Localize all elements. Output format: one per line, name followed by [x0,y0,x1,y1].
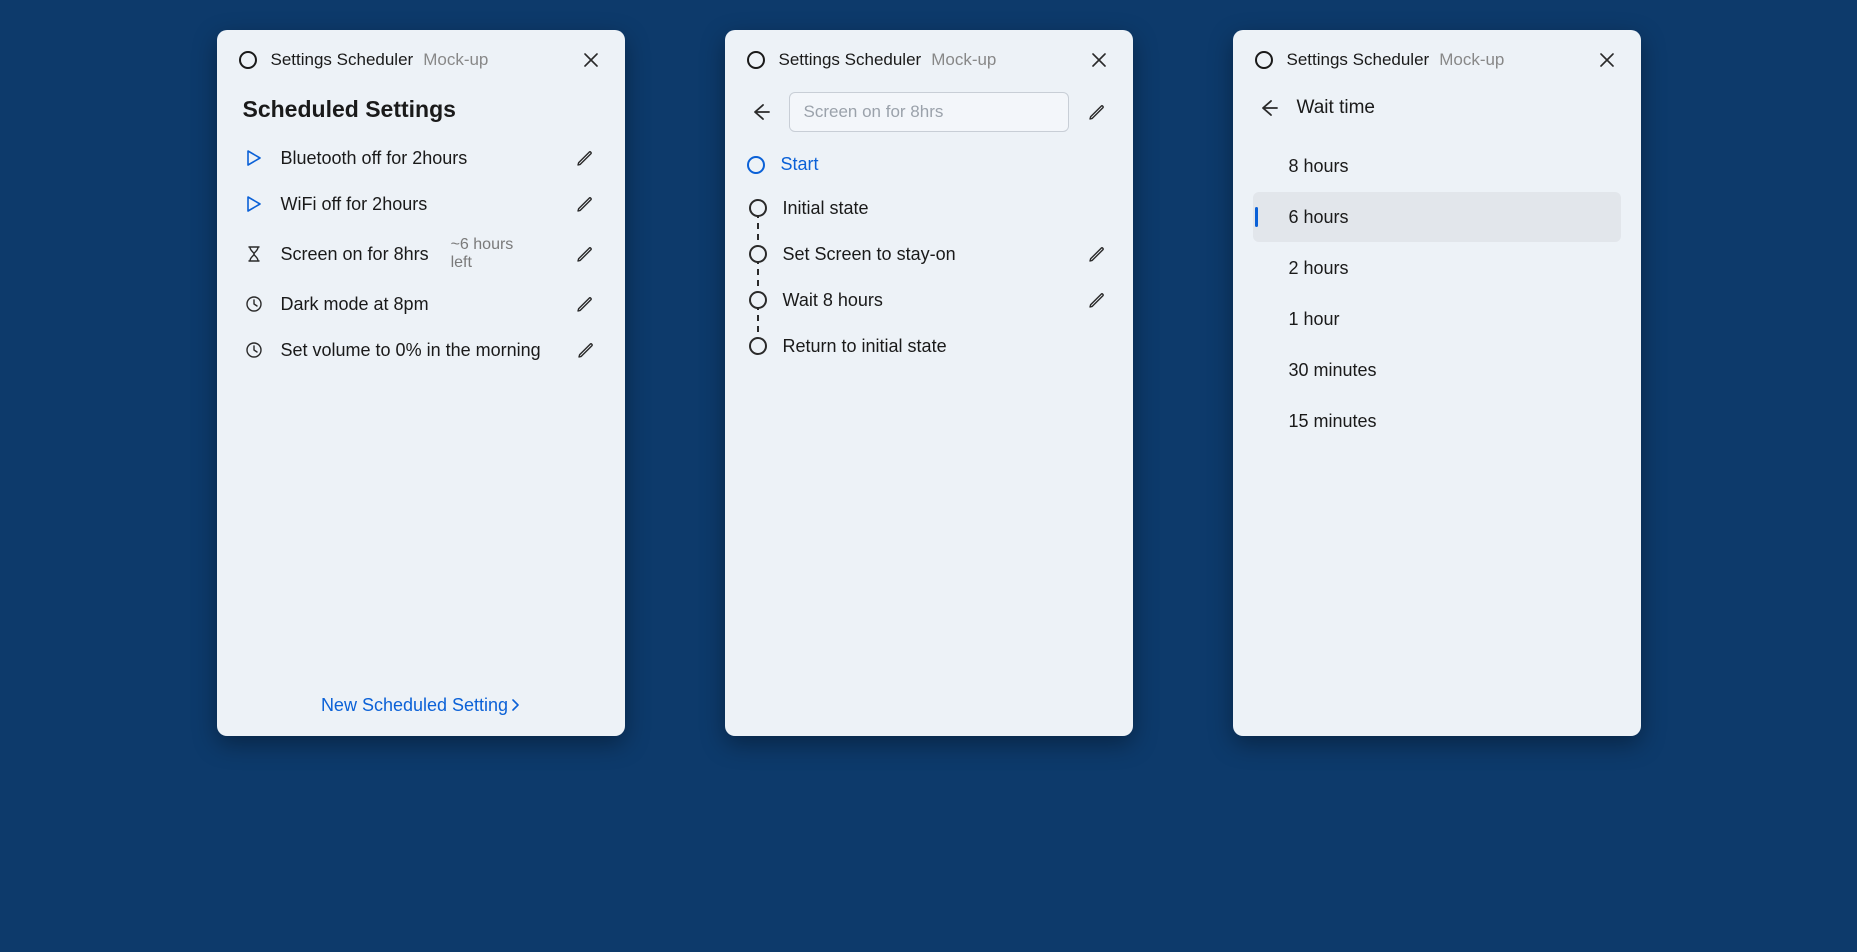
timeline-node-icon [749,337,767,355]
app-subtitle: Mock-up [423,50,488,70]
card-scheduled-settings: Settings Scheduler Mock-up Scheduled Set… [217,30,625,736]
wait-time-option[interactable]: 2 hours [1253,243,1621,293]
timeline-step-label: Wait 8 hours [783,290,883,311]
editor-header [741,82,1117,138]
play-icon [245,149,263,167]
edit-step-button[interactable] [1083,286,1111,314]
timeline-step[interactable]: Wait 8 hours [749,277,1111,323]
scheduled-settings-list: Bluetooth off for 2hours WiFi off for 2ho… [233,135,609,373]
hourglass-icon [243,243,265,265]
app-subtitle: Mock-up [931,50,996,70]
card-setting-editor: Settings Scheduler Mock-up Start Initial… [725,30,1133,736]
page-title-row: Wait time [1249,82,1625,130]
scheduled-setting-row[interactable]: Bluetooth off for 2hours [237,135,605,181]
new-scheduled-setting-link[interactable]: New Scheduled Setting [233,683,609,720]
row-label: Screen on for 8hrs [281,244,429,265]
timeline: Start Initial state Set Screen to stay-on… [741,138,1117,369]
pencil-icon [576,245,594,263]
pencil-icon [576,295,594,313]
chevron-right-icon [512,698,520,714]
back-button[interactable] [1255,94,1283,122]
row-substatus: ~6 hours left [451,236,539,272]
app-title: Settings Scheduler [1287,50,1430,70]
page-title: Wait time [1297,97,1375,119]
wait-time-option[interactable]: 15 minutes [1253,396,1621,446]
close-button[interactable] [1595,48,1619,72]
close-button[interactable] [1087,48,1111,72]
titlebar: Settings Scheduler Mock-up [741,44,1117,82]
play-icon [245,195,263,213]
footer-link-label: New Scheduled Setting [321,695,508,716]
pencil-icon [577,341,595,359]
row-label: WiFi off for 2hours [281,194,428,215]
row-label: Bluetooth off for 2hours [281,148,468,169]
timeline-node-icon [749,291,767,309]
timeline-node-icon [749,199,767,217]
scheduled-setting-row[interactable]: Screen on for 8hrs ~6 hours left [237,227,605,281]
rename-button[interactable] [1083,98,1111,126]
edit-button[interactable] [573,336,599,364]
timeline-step: Initial state [749,185,1111,231]
play-icon [243,147,265,169]
edit-button[interactable] [571,190,599,218]
timeline-step: Return to initial state [749,323,1111,369]
close-icon [1092,53,1106,67]
app-icon [1255,51,1273,69]
wait-time-options: 8 hours6 hours2 hours1 hour30 minutes15 … [1249,130,1625,447]
close-icon [1600,53,1614,67]
timeline-step-label: Return to initial state [783,336,947,357]
app-icon [747,51,765,69]
start-node-icon [747,156,765,174]
timeline-start[interactable]: Start [747,148,1111,185]
card-wait-time-picker: Settings Scheduler Mock-up Wait time 8 h… [1233,30,1641,736]
pencil-icon [1088,103,1106,121]
wait-time-option[interactable]: 8 hours [1253,141,1621,191]
clock-icon [245,341,263,359]
clock-icon [243,293,265,315]
edit-button[interactable] [571,144,599,172]
back-arrow-icon [1259,98,1279,118]
timeline-step-label: Set Screen to stay-on [783,244,956,265]
wait-time-option[interactable]: 1 hour [1253,294,1621,344]
page-heading: Scheduled Settings [233,82,609,135]
app-title: Settings Scheduler [271,50,414,70]
start-label: Start [781,154,819,175]
edit-button[interactable] [571,290,599,318]
row-label: Dark mode at 8pm [281,294,429,315]
app-subtitle: Mock-up [1439,50,1504,70]
wait-time-option[interactable]: 6 hours [1253,192,1621,242]
scheduled-setting-row[interactable]: Set volume to 0% in the morning [237,327,605,373]
edit-step-button[interactable] [1083,240,1111,268]
close-icon [584,53,598,67]
clock-icon [245,295,263,313]
timeline-step-label: Initial state [783,198,869,219]
app-icon [239,51,257,69]
pencil-icon [576,149,594,167]
timeline-node-icon [749,245,767,263]
app-title: Settings Scheduler [779,50,922,70]
scheduled-setting-row[interactable]: Dark mode at 8pm [237,281,605,327]
row-label: Set volume to 0% in the morning [281,340,541,361]
clock-icon [243,339,265,361]
timeline-step[interactable]: Set Screen to stay-on [749,231,1111,277]
pencil-icon [1088,291,1106,309]
titlebar: Settings Scheduler Mock-up [233,44,609,82]
hourglass-icon [245,245,263,263]
titlebar: Settings Scheduler Mock-up [1249,44,1625,82]
close-button[interactable] [579,48,603,72]
scheduled-setting-row[interactable]: WiFi off for 2hours [237,181,605,227]
back-button[interactable] [747,98,775,126]
setting-name-input[interactable] [789,92,1069,132]
back-arrow-icon [751,102,771,122]
pencil-icon [1088,245,1106,263]
edit-button[interactable] [571,240,599,268]
pencil-icon [576,195,594,213]
wait-time-option[interactable]: 30 minutes [1253,345,1621,395]
play-icon [243,193,265,215]
